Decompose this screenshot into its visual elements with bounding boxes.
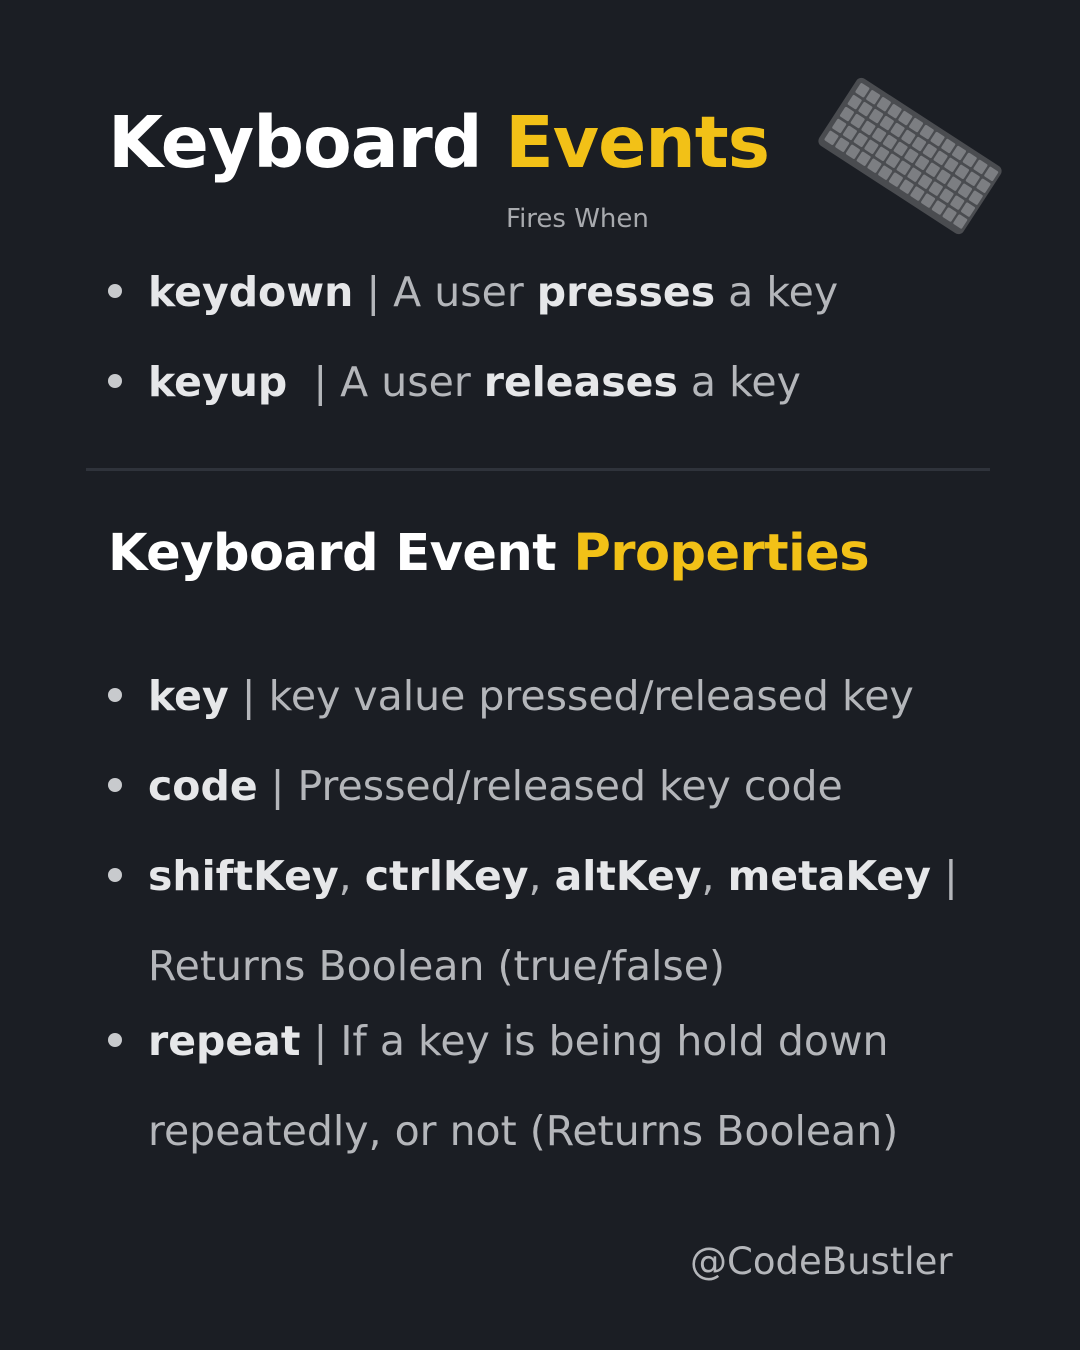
event-desc: A user bbox=[393, 268, 537, 316]
subtitle-main: Keyboard Event bbox=[108, 524, 557, 583]
comma: , bbox=[338, 852, 365, 900]
events-list: keydown | A user presses a key keyup | A… bbox=[108, 262, 838, 442]
list-item: shiftKey, ctrlKey, altKey, metaKey | Retu… bbox=[108, 831, 958, 1011]
property-desc: | Pressed/released key code bbox=[257, 762, 843, 810]
section-title: Keyboard Event Properties bbox=[108, 524, 870, 583]
fires-when-label: Fires When bbox=[506, 204, 649, 234]
keyboard-icon bbox=[818, 77, 1002, 235]
page-title: Keyboard Events bbox=[108, 101, 770, 184]
properties-list: key | key value pressed/released key cod… bbox=[108, 666, 958, 1176]
separator: | bbox=[930, 852, 958, 900]
separator: | bbox=[353, 268, 394, 316]
event-name: keyup bbox=[148, 358, 288, 406]
title-main: Keyboard bbox=[108, 101, 483, 184]
event-desc-end: a key bbox=[715, 268, 839, 316]
property-name: ctrlKey bbox=[364, 852, 529, 900]
list-item: key | key value pressed/released key bbox=[108, 666, 958, 726]
event-action: releases bbox=[483, 358, 678, 406]
event-action: presses bbox=[536, 268, 716, 316]
event-name: keydown bbox=[148, 268, 354, 316]
property-name: altKey bbox=[554, 852, 702, 900]
comma: , bbox=[528, 852, 555, 900]
property-name: repeat bbox=[148, 1017, 301, 1065]
event-desc: A user bbox=[340, 358, 484, 406]
property-name: code bbox=[148, 762, 258, 810]
author-handle: @CodeBustler bbox=[690, 1240, 953, 1283]
comma: , bbox=[701, 852, 728, 900]
property-name: key bbox=[148, 672, 229, 720]
property-name: metaKey bbox=[727, 852, 931, 900]
list-item: repeat | If a key is being hold down repe… bbox=[108, 996, 958, 1176]
property-desc: | If a key is being hold down bbox=[300, 1017, 889, 1065]
property-desc-line2: repeatedly, or not (Returns Boolean) bbox=[148, 1107, 899, 1155]
separator: | bbox=[287, 358, 341, 406]
list-item: keydown | A user presses a key bbox=[108, 262, 838, 352]
event-desc-end: a key bbox=[677, 358, 801, 406]
subtitle-accent: Properties bbox=[573, 524, 870, 583]
property-desc: | key value pressed/released key bbox=[228, 672, 914, 720]
section-divider bbox=[86, 468, 990, 471]
list-item: code | Pressed/released key code bbox=[108, 756, 958, 816]
list-item: keyup | A user releases a key bbox=[108, 352, 838, 442]
title-accent: Events bbox=[505, 101, 770, 184]
property-name: shiftKey bbox=[148, 852, 339, 900]
